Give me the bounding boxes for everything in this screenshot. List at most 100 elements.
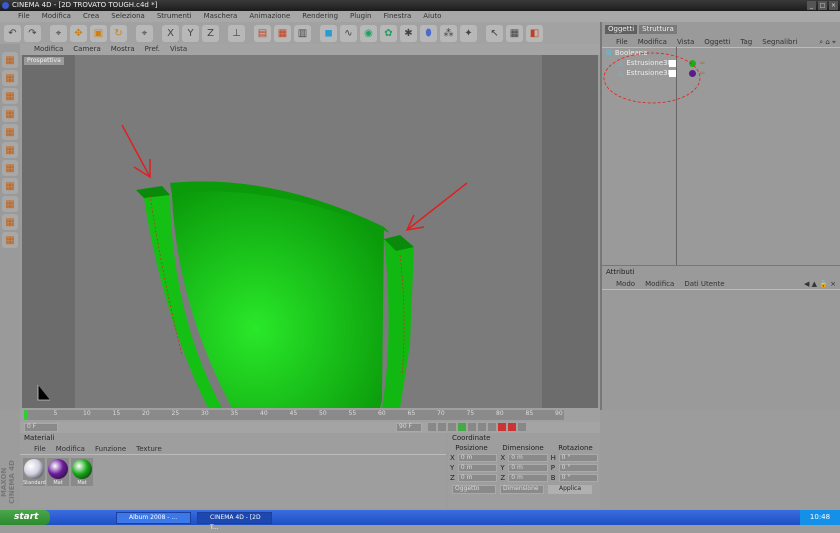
size-field[interactable]: 0 m — [508, 474, 548, 482]
undo-icon[interactable]: ↶ — [4, 24, 21, 42]
polygons-mode-icon[interactable]: ▦ — [2, 160, 18, 176]
record-button[interactable] — [498, 423, 506, 431]
tab-objects[interactable]: Oggetti — [605, 25, 638, 34]
size-mode-select[interactable]: Dimensione — [500, 485, 544, 494]
mat-menu-1[interactable]: Modifica — [56, 444, 85, 454]
last-tool-icon[interactable]: ⌖ — [136, 24, 153, 42]
model-mode-icon[interactable]: ▦ — [2, 178, 18, 194]
keyframe-button[interactable] — [518, 423, 526, 431]
tab-structure[interactable]: Struttura — [639, 25, 677, 34]
render-view-icon[interactable]: ▤ — [254, 24, 271, 42]
menu-item-9[interactable]: Finestra — [383, 11, 411, 22]
deformer-icon[interactable]: ✱ — [400, 24, 417, 42]
position-field[interactable]: 0 m — [457, 454, 498, 462]
camera-icon[interactable]: ⁂ — [440, 24, 457, 42]
mat-menu-0[interactable]: File — [34, 444, 46, 454]
scale-icon[interactable]: ▣ — [90, 24, 107, 42]
first-frame-button[interactable] — [428, 423, 436, 431]
current-frame-field[interactable]: 0 F — [24, 423, 58, 432]
live-select-icon[interactable]: ⌖ — [50, 24, 67, 42]
task-cinema4d[interactable]: CINEMA 4D - [2D T... — [197, 511, 272, 531]
om-menu-4[interactable]: Tag — [740, 37, 752, 47]
viewport-menu-4[interactable]: Vista — [170, 44, 187, 55]
menu-item-2[interactable]: Crea — [83, 11, 99, 22]
rotation-field[interactable]: 0 ° — [558, 474, 599, 482]
viewport-menu-2[interactable]: Mostra — [111, 44, 135, 55]
menu-item-3[interactable]: Seleziona — [111, 11, 145, 22]
size-field[interactable]: 0 m — [508, 454, 548, 462]
material-swatch[interactable]: Standard — [23, 458, 46, 486]
array-icon[interactable]: ✿ — [380, 24, 397, 42]
layout-icon[interactable]: ▦ — [506, 24, 523, 42]
attr-menu-2[interactable]: Dati Utente — [684, 279, 724, 289]
spline-icon[interactable]: ∿ — [340, 24, 357, 42]
apply-button[interactable]: Applica — [548, 485, 592, 494]
menu-item-0[interactable]: File — [18, 11, 30, 22]
menu-item-4[interactable]: Strumenti — [157, 11, 192, 22]
menu-item-7[interactable]: Rendering — [302, 11, 338, 22]
timeline[interactable]: 051015202530354045505560657075808590 — [20, 408, 600, 422]
menu-item-1[interactable]: Modifica — [42, 11, 71, 22]
prev-key-button[interactable] — [438, 423, 446, 431]
render-picture-icon[interactable]: ▦ — [274, 24, 291, 42]
next-key-button[interactable] — [478, 423, 486, 431]
x-axis-icon[interactable]: X — [162, 24, 179, 42]
om-menu-5[interactable]: Segnalibri — [762, 37, 797, 47]
points-mode-icon[interactable]: ▦ — [2, 124, 18, 140]
viewport-menu-0[interactable]: Modifica — [34, 44, 63, 55]
play-button[interactable] — [458, 423, 466, 431]
position-field[interactable]: 0 m — [457, 474, 498, 482]
y-axis-icon[interactable]: Y — [182, 24, 199, 42]
rotate-icon[interactable]: ↻ — [110, 24, 127, 42]
attr-menu-0[interactable]: Modo — [616, 279, 635, 289]
next-frame-button[interactable] — [468, 423, 476, 431]
viewport-layout-icon[interactable]: ▦ — [2, 52, 18, 68]
redo-icon[interactable]: ↷ — [24, 24, 41, 42]
material-swatch[interactable]: Mat — [47, 458, 69, 486]
viewport-menu-1[interactable]: Camera — [73, 44, 100, 55]
close-button[interactable]: × — [829, 1, 838, 10]
position-field[interactable]: 0 m — [457, 464, 498, 472]
rotation-field[interactable]: 0 ° — [558, 464, 599, 472]
coord-system-icon[interactable]: ⊥ — [228, 24, 245, 42]
menu-item-8[interactable]: Plugin — [350, 11, 371, 22]
mat-menu-2[interactable]: Funzione — [95, 444, 126, 454]
task-album[interactable]: Album 2008 - ... — [116, 511, 191, 524]
z-axis-icon[interactable]: Z — [202, 24, 219, 42]
last-frame-button[interactable] — [488, 423, 496, 431]
cube-icon[interactable]: ◼ — [320, 24, 337, 42]
render-settings-icon[interactable]: ▥ — [294, 24, 311, 42]
nurbs-icon[interactable]: ◉ — [360, 24, 377, 42]
object-axis-icon[interactable]: ▦ — [2, 232, 18, 248]
autokey-button[interactable] — [508, 423, 516, 431]
light-icon[interactable]: ✦ — [460, 24, 477, 42]
minimize-button[interactable]: _ — [807, 1, 816, 10]
coord-mode-select[interactable]: Oggetto — [452, 485, 496, 494]
menu-item-5[interactable]: Maschera — [204, 11, 238, 22]
menu-item-10[interactable]: Aiuto — [423, 11, 441, 22]
attr-nav-icons[interactable]: ◀ ▲ 🔒 ⨯ — [804, 279, 840, 289]
rotation-field[interactable]: 0 ° — [558, 454, 599, 462]
timeline-ruler[interactable]: 051015202530354045505560657075808590 — [24, 410, 564, 420]
prev-frame-button[interactable] — [448, 423, 456, 431]
menu-item-6[interactable]: Animazione — [249, 11, 290, 22]
cursor-icon[interactable]: ↖ — [486, 24, 503, 42]
workplane-icon[interactable]: ▦ — [2, 214, 18, 230]
texture-mode-icon[interactable]: ▦ — [2, 196, 18, 212]
move-icon[interactable]: ✥ — [70, 24, 87, 42]
om-search-icons[interactable]: ⌕ ⌂ ⌖ — [819, 37, 840, 47]
size-field[interactable]: 0 m — [508, 464, 548, 472]
polygon-mode-icon[interactable]: ▦ — [2, 88, 18, 104]
edges-mode-icon[interactable]: ▦ — [2, 142, 18, 158]
axis-mode-icon[interactable]: ▦ — [2, 106, 18, 122]
end-frame-field[interactable]: 90 F — [396, 423, 422, 432]
maximize-button[interactable]: □ — [818, 1, 827, 10]
attr-menu-1[interactable]: Modifica — [645, 279, 674, 289]
scene-icon[interactable]: ⬮ — [420, 24, 437, 42]
viewport-menu-3[interactable]: Pref. — [145, 44, 160, 55]
plugin-icon[interactable]: ◧ — [526, 24, 543, 42]
start-button[interactable]: start — [0, 510, 50, 525]
viewport[interactable]: Prospettiva — [22, 55, 598, 408]
camera-icon[interactable]: ▦ — [2, 70, 18, 86]
material-swatch[interactable]: Mat — [71, 458, 93, 486]
